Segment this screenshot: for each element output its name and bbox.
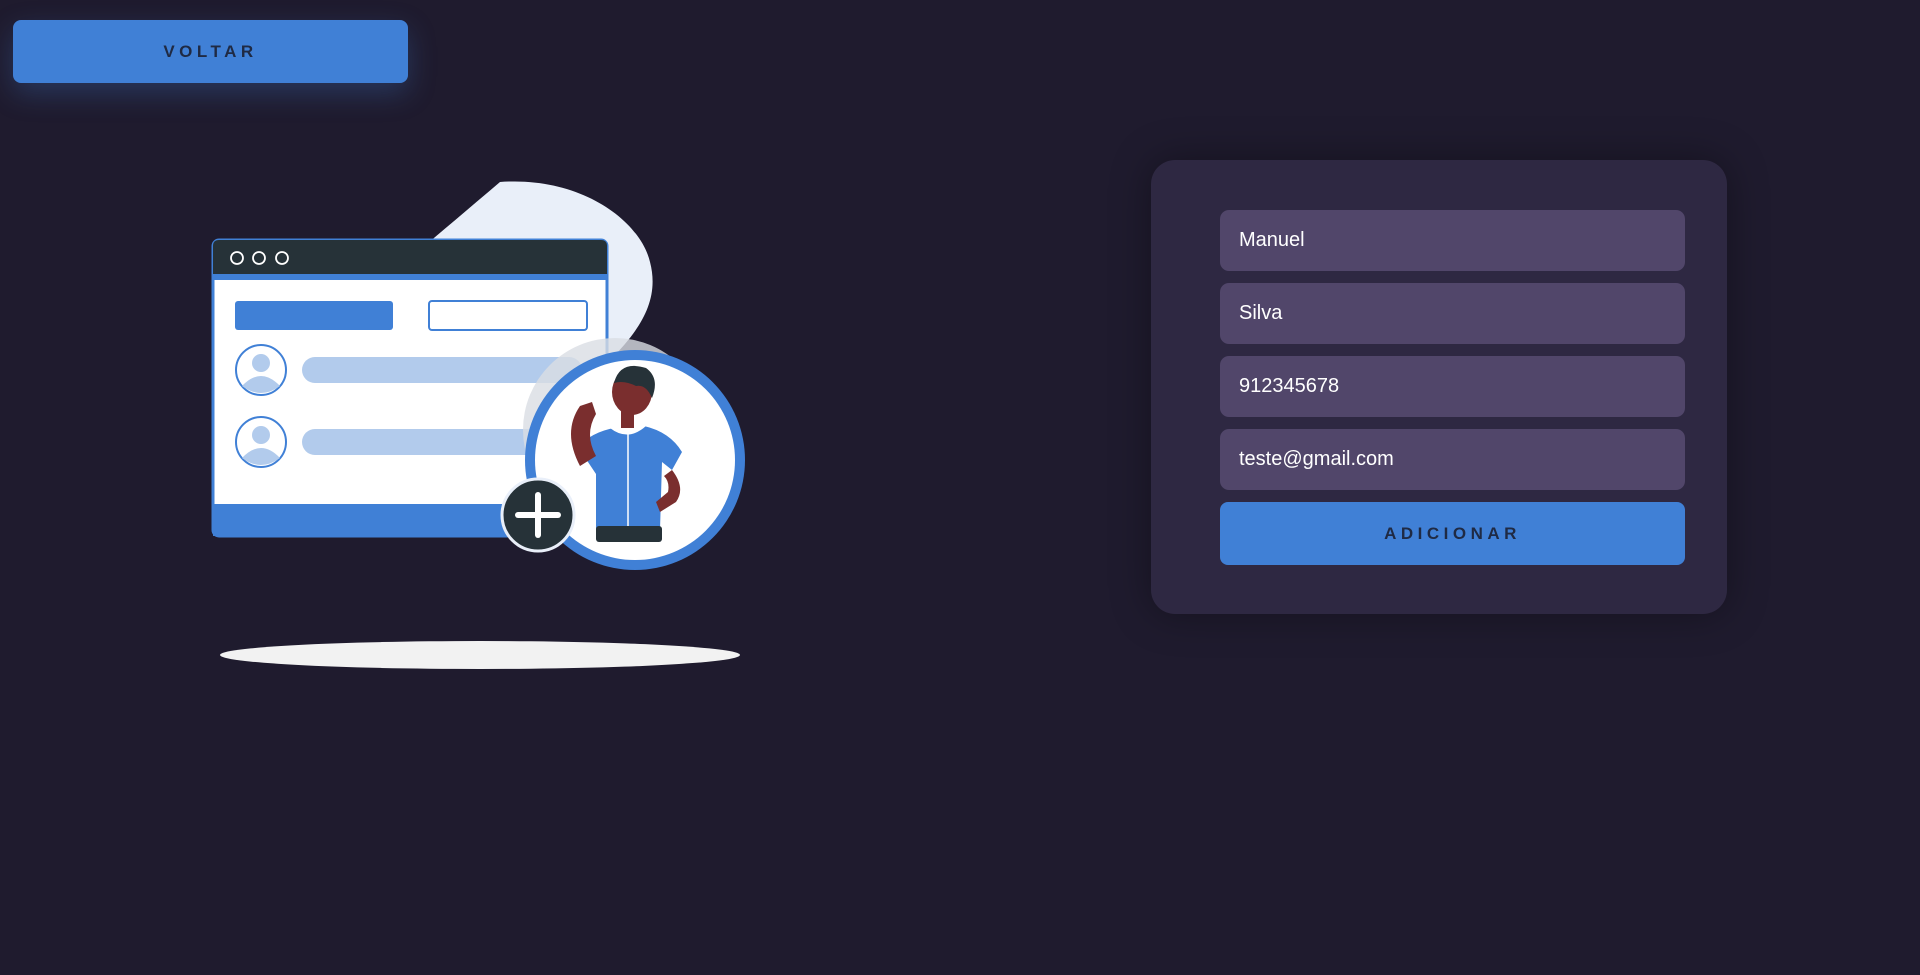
add-contact-form: ADICIONAR — [1151, 160, 1727, 614]
user-avatar-icon — [235, 416, 287, 468]
page: VOLTAR Manuel Silva 912345678 teste@gmai… — [0, 0, 1920, 975]
user-avatar-icon — [235, 344, 287, 396]
first-name-field[interactable] — [1220, 210, 1685, 271]
email-field[interactable] — [1220, 429, 1685, 490]
add-contact-illustration — [211, 181, 745, 669]
floor-shadow — [220, 641, 740, 669]
back-button[interactable]: VOLTAR — [13, 20, 408, 83]
last-name-field[interactable] — [1220, 283, 1685, 344]
phone-field[interactable] — [1220, 356, 1685, 417]
plus-icon — [500, 477, 576, 553]
add-button[interactable]: ADICIONAR — [1220, 502, 1685, 565]
